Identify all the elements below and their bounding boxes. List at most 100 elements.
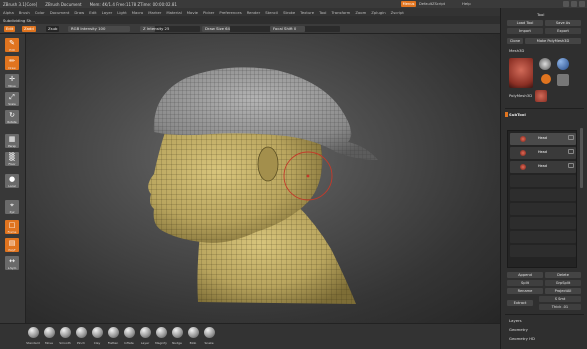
scale-button[interactable]: ⤢ Scale xyxy=(5,92,19,106)
canvas-viewport[interactable] xyxy=(26,34,500,323)
draw-button[interactable]: ✏ Draw xyxy=(5,56,19,70)
subtool-slot[interactable] xyxy=(510,217,576,229)
geometry-hd-section[interactable]: Geometry HD xyxy=(509,336,535,341)
geometry-section[interactable]: Geometry xyxy=(509,327,528,332)
polymesh-thumb[interactable] xyxy=(535,90,547,102)
subtool-item-3[interactable]: Head xyxy=(510,161,576,173)
grpsplit-button[interactable]: GrpSplit xyxy=(545,280,581,286)
rgb-intensity-slider[interactable]: RGB Intensity 100 xyxy=(68,26,130,32)
subtool-slot[interactable] xyxy=(510,189,576,201)
load-tool-button[interactable]: Load Tool xyxy=(507,20,543,26)
visibility-icon[interactable] xyxy=(568,135,574,140)
xyz-button[interactable]: ⌖ Xyz xyxy=(5,200,19,214)
maximize-icon[interactable] xyxy=(571,1,577,7)
menu-item-alpha[interactable]: Alpha xyxy=(3,10,14,15)
menu-item-tool[interactable]: Tool xyxy=(319,10,326,15)
menu-item-render[interactable]: Render xyxy=(247,10,261,15)
edit-button[interactable]: ✎ Edit xyxy=(5,38,19,52)
visibility-icon[interactable] xyxy=(568,163,574,168)
lsym-button[interactable]: ↔ L.Sym xyxy=(5,256,19,270)
menu-item-draw[interactable]: Draw xyxy=(74,10,84,15)
menu-item-material[interactable]: Material xyxy=(166,10,181,15)
menu-item-zscript[interactable]: Zscript xyxy=(391,10,404,15)
menu-item-picker[interactable]: Picker xyxy=(203,10,214,15)
import-button[interactable]: Import xyxy=(507,28,543,34)
brush-flatten[interactable]: Flatten xyxy=(106,327,120,345)
brush-inflate[interactable]: Inflate xyxy=(122,327,136,345)
gear-icon[interactable] xyxy=(557,74,569,86)
extract-button[interactable]: Extract xyxy=(507,300,533,306)
layers-section[interactable]: Layers xyxy=(509,318,522,323)
brush-pinch[interactable]: Pinch xyxy=(74,327,88,345)
focal-shift-slider[interactable]: Focal Shift 0 xyxy=(270,26,340,32)
move-button[interactable]: ✛ Move xyxy=(5,74,19,88)
local-button[interactable]: ● Local xyxy=(5,174,19,188)
visibility-icon[interactable] xyxy=(568,149,574,154)
append-button[interactable]: Append xyxy=(507,272,543,278)
menu-item-document[interactable]: Document xyxy=(50,10,70,15)
menu-item-edit[interactable]: Edit xyxy=(89,10,96,15)
brush-clay[interactable]: Clay xyxy=(90,327,104,345)
z-intensity-slider[interactable]: Z Intensity 25 xyxy=(140,26,200,32)
menu-item-texture[interactable]: Texture xyxy=(300,10,314,15)
polyf-button[interactable]: ▤ PolyF xyxy=(5,238,19,252)
menu-item-layer[interactable]: Layer xyxy=(102,10,113,15)
thickness-slider[interactable]: Thick .01 xyxy=(539,304,581,310)
brush-blob[interactable]: Blob xyxy=(186,327,200,345)
subtool-slot[interactable] xyxy=(510,245,576,257)
brush-move[interactable]: Move xyxy=(42,327,56,345)
persp-button[interactable]: ▦ Persp xyxy=(5,134,19,148)
subtool-title[interactable]: SubTool xyxy=(509,112,526,117)
current-tool-thumb[interactable] xyxy=(509,58,533,88)
minimize-icon[interactable] xyxy=(563,1,569,7)
split-button[interactable]: Split xyxy=(507,280,543,286)
menu-item-color[interactable]: Color xyxy=(35,10,45,15)
brush-snake[interactable]: Snake xyxy=(202,327,216,345)
menu-item-stencil[interactable]: Stencil xyxy=(265,10,278,15)
save-as-button[interactable]: Save As xyxy=(545,20,581,26)
menu-item-preferences[interactable]: Preferences xyxy=(219,10,241,15)
make-polymesh-button[interactable]: Make PolyMesh3D xyxy=(525,38,581,44)
brush-layer[interactable]: Layer xyxy=(138,327,152,345)
help-button[interactable]: Help xyxy=(462,1,471,7)
menus-button[interactable]: Menus xyxy=(401,1,416,7)
rename-button[interactable]: Rename xyxy=(507,288,543,294)
clone-button[interactable]: Clone xyxy=(507,38,523,44)
sphere3d-thumb[interactable] xyxy=(539,58,551,70)
subtool-slot[interactable] xyxy=(510,231,576,243)
subtool-slot[interactable] xyxy=(510,175,576,187)
brush-nudge[interactable]: Nudge xyxy=(170,327,184,345)
menu-item-brush[interactable]: Brush xyxy=(19,10,30,15)
delete-button[interactable]: Delete xyxy=(545,272,581,278)
subtool-item-1[interactable]: Head xyxy=(510,133,576,145)
simple-brush-thumb[interactable] xyxy=(541,74,551,84)
draw-size-slider[interactable]: Draw Size 64 xyxy=(202,26,272,32)
menu-item-transform[interactable]: Transform xyxy=(331,10,350,15)
brush-smooth[interactable]: Smooth xyxy=(58,327,72,345)
subtool-slot[interactable] xyxy=(510,203,576,215)
brush-label: Nudge xyxy=(172,341,182,345)
menu-item-macro[interactable]: Macro xyxy=(132,10,144,15)
export-button[interactable]: Export xyxy=(545,28,581,34)
projectall-button[interactable]: ProjectAll xyxy=(545,288,581,294)
floor-button[interactable]: ▒ Floor xyxy=(5,152,19,166)
frame-button[interactable]: □ Frame xyxy=(5,220,19,234)
menu-item-movie[interactable]: Movie xyxy=(187,10,198,15)
menu-item-marker[interactable]: Marker xyxy=(148,10,161,15)
menu-item-stroke[interactable]: Stroke xyxy=(283,10,295,15)
brush-magnify[interactable]: Magnify xyxy=(154,327,168,345)
alpha-brush-thumb[interactable] xyxy=(557,58,569,70)
close-icon[interactable] xyxy=(579,1,585,7)
menu-item-zplugin[interactable]: Zplugin xyxy=(371,10,385,15)
default-zscript-button[interactable]: DefaultZScript xyxy=(419,1,445,7)
subtool-item-2[interactable]: Head xyxy=(510,147,576,159)
zsub-button[interactable]: Zsub xyxy=(46,26,60,32)
menu-item-zoom[interactable]: Zoom xyxy=(355,10,366,15)
smooth-slider[interactable]: S Smt xyxy=(539,296,581,302)
subtool-scrollbar[interactable] xyxy=(580,128,583,188)
zadd-button[interactable]: Zadd xyxy=(22,26,36,32)
menu-item-light[interactable]: Light xyxy=(117,10,126,15)
rotate-button[interactable]: ↻ Rotate xyxy=(5,110,19,124)
edit-mode-button[interactable]: Edit xyxy=(4,26,16,32)
brush-standard[interactable]: Standard xyxy=(26,327,40,345)
